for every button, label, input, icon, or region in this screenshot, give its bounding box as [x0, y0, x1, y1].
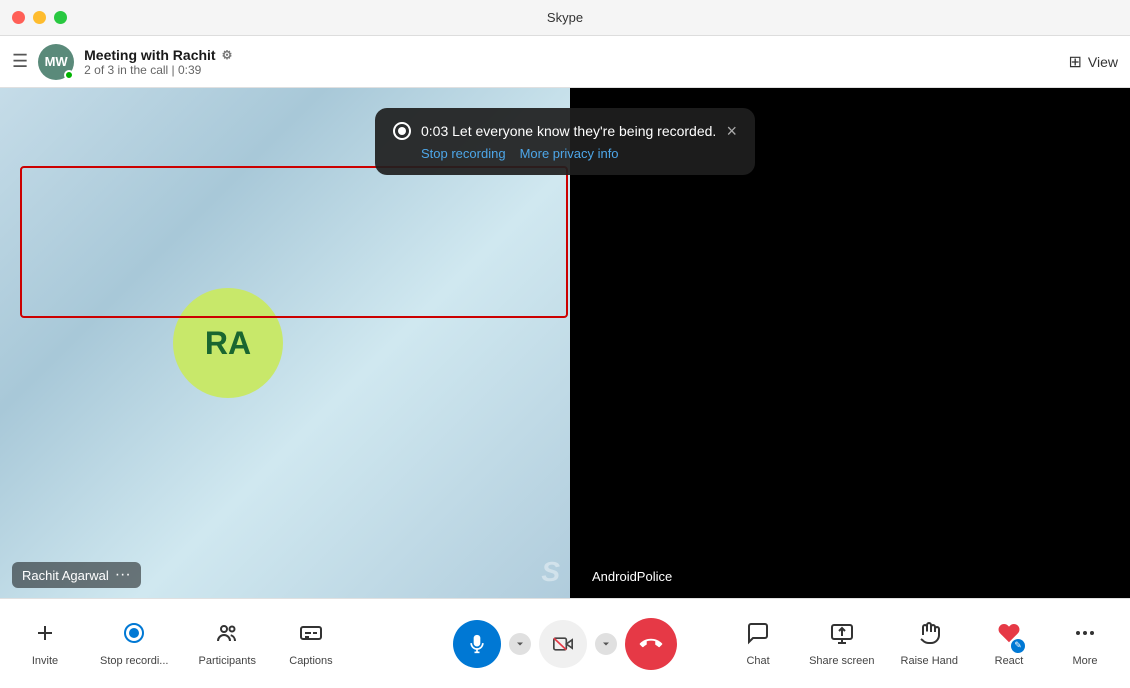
avatar-status	[64, 70, 74, 80]
menu-icon[interactable]: ☰	[12, 51, 28, 72]
captions-label: Captions	[289, 655, 332, 667]
skype-watermark: S	[541, 556, 560, 588]
chat-button[interactable]: Chat	[733, 621, 783, 667]
share-screen-button[interactable]: Share screen	[809, 621, 874, 667]
window-title: Skype	[547, 10, 583, 25]
titlebar: Skype	[0, 0, 1130, 36]
meeting-title: Meeting with Rachit	[84, 47, 215, 63]
participant-avatar-container: RA	[173, 288, 283, 398]
recording-left: 0:03 Let everyone know they're being rec…	[393, 122, 716, 140]
settings-icon[interactable]: ⚙	[222, 48, 233, 62]
recording-timer: 0:03	[421, 123, 448, 139]
react-label: React	[995, 655, 1024, 667]
toolbar-center	[453, 618, 677, 670]
react-icon: ✎	[997, 621, 1021, 651]
recording-top-row: 0:03 Let everyone know they're being rec…	[393, 122, 737, 140]
chat-label: Chat	[746, 655, 769, 667]
camera-button[interactable]	[539, 620, 587, 668]
captions-button[interactable]: Captions	[286, 621, 336, 667]
raise-hand-icon	[917, 621, 941, 651]
toolbar-right: Chat Share screen	[733, 621, 1110, 667]
header-info: Meeting with Rachit ⚙ 2 of 3 in the call…	[84, 47, 1068, 77]
react-button[interactable]: ✎ React	[984, 621, 1034, 667]
recording-message: Let everyone know they're being recorded…	[452, 123, 716, 139]
participant-right-label: AndroidPolice	[582, 565, 682, 588]
recording-dot-icon	[393, 122, 411, 140]
maximize-button[interactable]	[54, 11, 67, 24]
mic-chevron[interactable]	[509, 633, 531, 655]
call-info: 2 of 3 in the call | 0:39	[84, 63, 1068, 77]
invite-label: Invite	[32, 655, 58, 667]
recording-links: Stop recording More privacy info	[393, 146, 737, 161]
invite-button[interactable]: Invite	[20, 621, 70, 667]
recording-text: 0:03 Let everyone know they're being rec…	[421, 123, 716, 139]
recording-notification: 0:03 Let everyone know they're being rec…	[375, 108, 755, 175]
share-screen-label: Share screen	[809, 655, 874, 667]
participants-label: Participants	[198, 655, 255, 667]
toolbar: Invite Stop recordi... Participants	[0, 598, 1130, 688]
share-screen-icon	[830, 621, 854, 651]
mic-button[interactable]	[453, 620, 501, 668]
stop-recording-link[interactable]: Stop recording	[421, 146, 506, 161]
window-controls	[12, 11, 67, 24]
view-button[interactable]: ⊞ View	[1069, 52, 1119, 72]
invite-icon	[33, 621, 57, 651]
participant-avatar: RA	[173, 288, 283, 398]
more-label: More	[1072, 655, 1097, 667]
header-bar: ☰ MW Meeting with Rachit ⚙ 2 of 3 in the…	[0, 36, 1130, 88]
captions-icon	[299, 621, 323, 651]
participants-button[interactable]: Participants	[198, 621, 255, 667]
participant-left-options[interactable]: ···	[115, 566, 131, 584]
stop-recording-label: Stop recordi...	[100, 655, 168, 667]
meeting-title-row: Meeting with Rachit ⚙	[84, 47, 1068, 63]
participant-left-label: Rachit Agarwal ···	[12, 562, 141, 588]
call-area: 0:03 Let everyone know they're being rec…	[0, 88, 1130, 598]
close-button[interactable]	[12, 11, 25, 24]
view-grid-icon: ⊞	[1069, 52, 1082, 72]
toolbar-left: Invite Stop recordi... Participants	[20, 621, 336, 667]
chat-icon	[746, 621, 770, 651]
raise-hand-button[interactable]: Raise Hand	[901, 621, 958, 667]
minimize-button[interactable]	[33, 11, 46, 24]
more-privacy-link[interactable]: More privacy info	[520, 146, 619, 161]
recording-close-button[interactable]: ×	[726, 122, 737, 140]
participant-right-name: AndroidPolice	[592, 569, 672, 584]
stop-recording-icon	[122, 621, 146, 651]
participants-icon	[215, 621, 239, 651]
recording-dot-inner	[398, 127, 406, 135]
view-label: View	[1088, 54, 1118, 70]
raise-hand-label: Raise Hand	[901, 655, 958, 667]
more-icon	[1073, 621, 1097, 651]
more-button[interactable]: More	[1060, 621, 1110, 667]
stop-recording-button[interactable]: Stop recordi...	[100, 621, 168, 667]
participant-left-name: Rachit Agarwal	[22, 568, 109, 583]
camera-chevron[interactable]	[595, 633, 617, 655]
avatar: MW	[38, 44, 74, 80]
end-call-button[interactable]	[625, 618, 677, 670]
